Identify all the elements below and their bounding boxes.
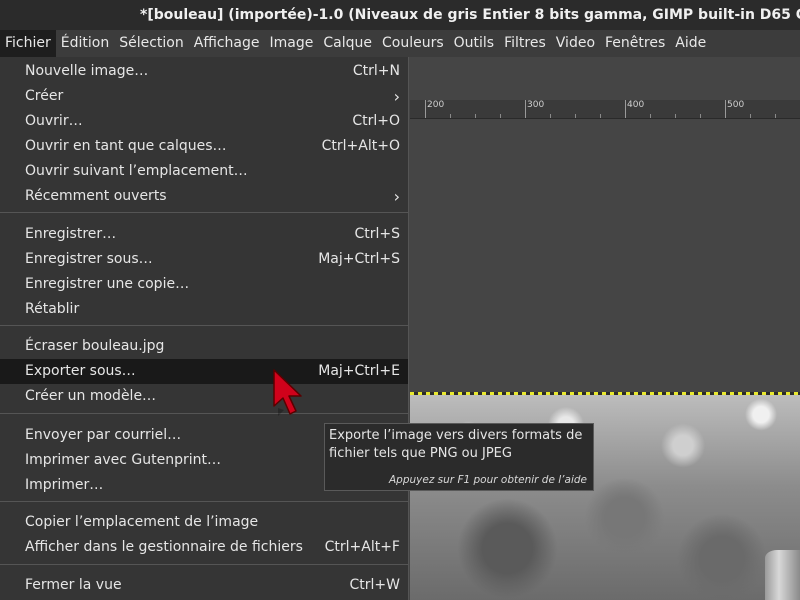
menu-edition[interactable]: Édition bbox=[56, 30, 114, 57]
menu-fenetres[interactable]: Fenêtres bbox=[600, 30, 670, 57]
menu-item-label: Enregistrer une copie… bbox=[25, 276, 190, 292]
menu-item-new-image[interactable]: Nouvelle image… Ctrl+N bbox=[0, 59, 408, 84]
menu-item-export-as[interactable]: Exporter sous… Maj+Ctrl+E bbox=[0, 359, 408, 384]
menu-item-label: Créer bbox=[25, 88, 64, 104]
menu-item-shortcut: Ctrl+N bbox=[352, 63, 400, 79]
ruler-tick bbox=[425, 100, 426, 118]
menu-item-label: Enregistrer sous… bbox=[25, 251, 153, 267]
menu-item-label: Imprimer avec Gutenprint… bbox=[25, 452, 221, 468]
menu-filtres[interactable]: Filtres bbox=[499, 30, 551, 57]
menu-item-create-template[interactable]: Créer un modèle… bbox=[0, 384, 408, 409]
tooltip-text-line2: fichier tels que PNG ou JPEG bbox=[329, 446, 512, 461]
menu-item-label: Écraser bouleau.jpg bbox=[25, 338, 165, 354]
menu-item-label: Nouvelle image… bbox=[25, 63, 149, 79]
menu-item-label: Afficher dans le gestionnaire de fichier… bbox=[25, 539, 303, 555]
image-stump bbox=[765, 550, 800, 600]
menu-item-shortcut: Ctrl+Alt+F bbox=[324, 539, 400, 555]
menu-item-label: Ouvrir en tant que calques… bbox=[25, 138, 227, 154]
menu-item-open[interactable]: Ouvrir… Ctrl+O bbox=[0, 109, 408, 134]
menu-item-shortcut: Ctrl+Alt+O bbox=[321, 138, 400, 154]
mouse-pointer-icon bbox=[273, 369, 302, 416]
menu-item-label: Créer un modèle… bbox=[25, 388, 157, 404]
ruler-tick bbox=[525, 100, 526, 118]
menu-item-label: Récemment ouverts bbox=[25, 188, 167, 204]
menu-couleurs[interactable]: Couleurs bbox=[377, 30, 449, 57]
ruler-tick bbox=[725, 100, 726, 118]
menu-separator bbox=[0, 413, 408, 414]
ruler-label: 300 bbox=[527, 100, 545, 110]
export-tooltip: Exporte l’image vers divers formats de f… bbox=[324, 423, 594, 491]
menu-item-label: Fermer la vue bbox=[25, 577, 122, 593]
menubar: Fichier Édition Sélection Affichage Imag… bbox=[0, 30, 800, 57]
menu-selection[interactable]: Sélection bbox=[114, 30, 189, 57]
menu-item-overwrite[interactable]: Écraser bouleau.jpg bbox=[0, 334, 408, 359]
menu-item-label: Exporter sous… bbox=[25, 363, 136, 379]
menu-separator bbox=[0, 501, 408, 502]
menu-separator bbox=[0, 325, 408, 326]
menu-item-label: Rétablir bbox=[25, 301, 80, 317]
chevron-right-icon: › bbox=[393, 87, 400, 106]
menu-item-label: Ouvrir… bbox=[25, 113, 83, 129]
tooltip-help-hint: Appuyez sur F1 pour obtenir de l’aide bbox=[388, 474, 587, 486]
menu-item-save[interactable]: Enregistrer… Ctrl+S bbox=[0, 222, 408, 247]
selection-marching-ants bbox=[410, 392, 800, 395]
window-title: *[bouleau] (importée)-1.0 (Niveaux de gr… bbox=[140, 7, 800, 23]
menu-item-copy-location[interactable]: Copier l’emplacement de l’image bbox=[0, 510, 408, 535]
menu-aide[interactable]: Aide bbox=[670, 30, 711, 57]
menu-fichier[interactable]: Fichier bbox=[0, 30, 56, 57]
menu-outils[interactable]: Outils bbox=[449, 30, 499, 57]
menu-item-show-in-file-manager[interactable]: Afficher dans le gestionnaire de fichier… bbox=[0, 535, 408, 560]
menu-image[interactable]: Image bbox=[265, 30, 319, 57]
menu-item-open-as-layers[interactable]: Ouvrir en tant que calques… Ctrl+Alt+O bbox=[0, 134, 408, 159]
menu-item-create[interactable]: Créer › bbox=[0, 84, 408, 109]
menu-calque[interactable]: Calque bbox=[318, 30, 377, 57]
menu-item-shortcut: Ctrl+W bbox=[349, 577, 400, 593]
menu-item-label: Ouvrir suivant l’emplacement… bbox=[25, 163, 248, 179]
menu-item-label: Imprimer… bbox=[25, 477, 104, 493]
menu-item-open-location[interactable]: Ouvrir suivant l’emplacement… bbox=[0, 159, 408, 184]
horizontal-ruler[interactable]: 200 300 400 500 bbox=[410, 100, 800, 119]
menu-video[interactable]: Video bbox=[551, 30, 600, 57]
menu-item-label: Copier l’emplacement de l’image bbox=[25, 514, 259, 530]
menu-item-shortcut: Ctrl+O bbox=[352, 113, 400, 129]
menu-item-recent[interactable]: Récemment ouverts › bbox=[0, 184, 408, 209]
ruler-label: 400 bbox=[627, 100, 645, 110]
tooltip-text-line1: Exporte l’image vers divers formats de bbox=[329, 428, 583, 443]
window-titlebar: *[bouleau] (importée)-1.0 (Niveaux de gr… bbox=[0, 0, 800, 30]
menu-item-shortcut: Maj+Ctrl+E bbox=[318, 363, 400, 379]
menu-item-shortcut: Ctrl+S bbox=[354, 226, 400, 242]
menu-affichage[interactable]: Affichage bbox=[189, 30, 265, 57]
menu-item-label: Enregistrer… bbox=[25, 226, 117, 242]
file-menu-dropdown: Nouvelle image… Ctrl+N Créer › Ouvrir… C… bbox=[0, 57, 409, 600]
menu-item-save-copy[interactable]: Enregistrer une copie… bbox=[0, 272, 408, 297]
menu-separator bbox=[0, 212, 408, 213]
canvas-padding[interactable] bbox=[410, 119, 800, 393]
ruler-label: 500 bbox=[727, 100, 745, 110]
menu-separator bbox=[0, 564, 408, 565]
menu-item-label: Envoyer par courriel… bbox=[25, 427, 182, 443]
menu-item-close-view[interactable]: Fermer la vue Ctrl+W bbox=[0, 573, 408, 598]
menu-item-revert[interactable]: Rétablir bbox=[0, 297, 408, 322]
menu-item-save-as[interactable]: Enregistrer sous… Maj+Ctrl+S bbox=[0, 247, 408, 272]
menu-item-shortcut: Maj+Ctrl+S bbox=[318, 251, 400, 267]
chevron-right-icon: › bbox=[393, 187, 400, 206]
ruler-label: 200 bbox=[427, 100, 445, 110]
ruler-tick bbox=[625, 100, 626, 118]
